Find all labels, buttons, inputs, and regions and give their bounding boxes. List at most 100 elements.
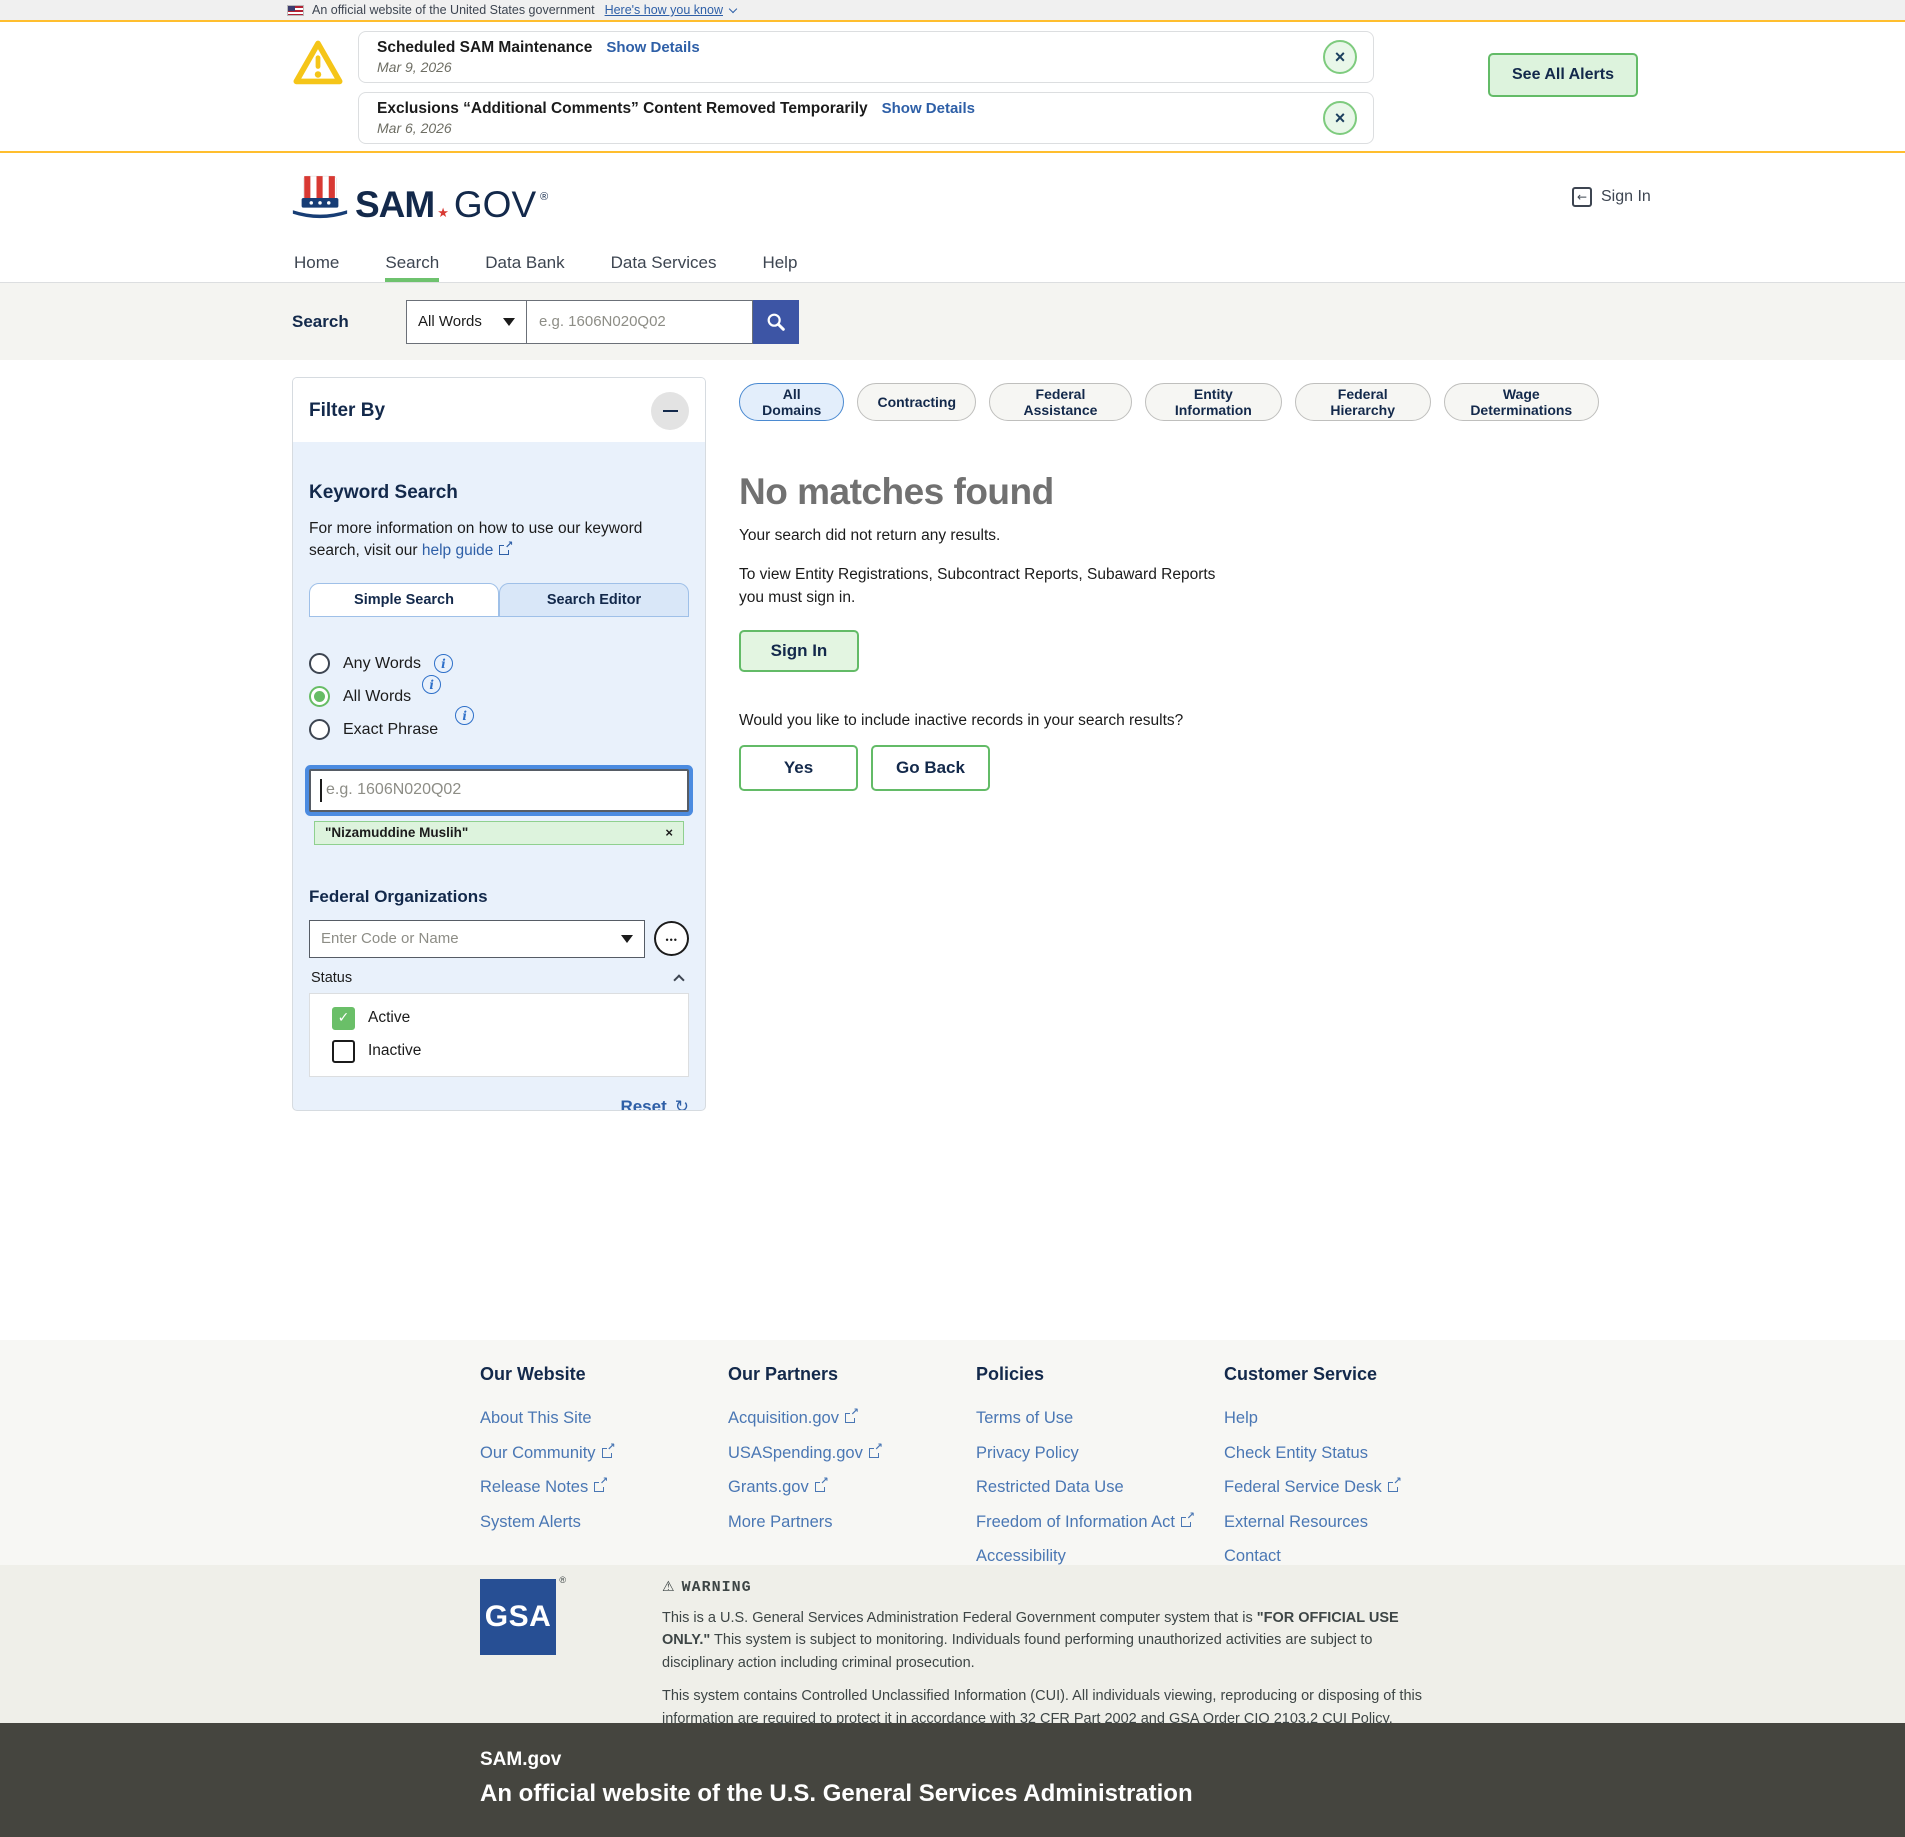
nav-home[interactable]: Home [294,243,339,282]
domain-tab-all-domains[interactable]: All Domains [739,383,844,421]
alert-title: Exclusions “Additional Comments” Content… [377,100,868,118]
footer-link-usaspending-gov[interactable]: USASpending.gov [728,1444,976,1463]
nav-help[interactable]: Help [762,243,797,282]
footer-link-restricted-data-use[interactable]: Restricted Data Use [976,1478,1224,1497]
warning-title: WARNING [682,1579,752,1596]
gsa-registered-mark: ® [559,1575,566,1585]
nav-search[interactable]: Search [385,243,439,282]
logo-registered-mark: ® [540,191,548,203]
tab-search-editor[interactable]: Search Editor [499,583,689,617]
footer-link-about-this-site[interactable]: About This Site [480,1409,728,1428]
reset-filters-link[interactable]: Reset [620,1097,689,1111]
domain-tab-federal-hierarchy[interactable]: Federal Hierarchy [1295,383,1431,421]
nav-data-bank[interactable]: Data Bank [485,243,564,282]
info-icon[interactable] [422,675,441,694]
keyword-tabs: Simple Search Search Editor [309,583,689,617]
warning-triangle-icon [292,39,344,151]
footer-link-more-partners[interactable]: More Partners [728,1513,976,1532]
yes-button[interactable]: Yes [739,745,858,791]
ellipsis-icon [665,931,677,946]
sign-in-button[interactable]: Sign In [739,630,859,672]
gov-banner-text: An official website of the United States… [312,3,595,17]
footer-link-help[interactable]: Help [1224,1409,1472,1428]
keyword-input[interactable] [309,769,689,812]
collapse-filters-button[interactable] [651,392,689,430]
org-input[interactable] [321,930,621,947]
org-combobox[interactable] [309,920,645,958]
footer-link-accessibility[interactable]: Accessibility [976,1547,1224,1566]
footer-link-terms-of-use[interactable]: Terms of Use [976,1409,1224,1428]
warning-icon [662,1579,675,1596]
caret-down-icon [621,935,633,943]
sam-gov-logo[interactable]: SAM GOV ® [292,175,548,221]
cui-paragraph: This system contains Controlled Unclassi… [662,1685,1447,1730]
remove-tag-icon[interactable] [665,825,673,840]
domain-tab-federal-assistance[interactable]: Federal Assistance [989,383,1132,421]
footer-link-check-entity-status[interactable]: Check Entity Status [1224,1444,1472,1463]
keyword-search-heading: Keyword Search [309,482,689,504]
go-back-button[interactable]: Go Back [871,745,990,791]
nav-data-services[interactable]: Data Services [611,243,717,282]
footer-link-release-notes[interactable]: Release Notes [480,1478,728,1497]
footer-link-federal-service-desk[interactable]: Federal Service Desk [1224,1478,1472,1497]
search-button[interactable] [753,300,799,344]
search-mode-select[interactable]: All Words [406,300,527,344]
checkbox-checked-icon [332,1007,355,1030]
info-icon[interactable] [455,706,474,725]
external-link-icon [602,1448,612,1458]
tab-simple-search[interactable]: Simple Search [309,583,499,617]
checkbox-active[interactable]: Active [332,1007,688,1030]
see-all-alerts-button[interactable]: See All Alerts [1488,53,1638,97]
footer-link-system-alerts[interactable]: System Alerts [480,1513,728,1532]
radio-all-words[interactable]: All Words [309,686,689,708]
footer-link-our-community[interactable]: Our Community [480,1444,728,1463]
star-icon [437,206,449,219]
domain-tabs: All Domains Contracting Federal Assistan… [739,383,1599,421]
minus-icon [663,410,678,413]
info-icon[interactable] [434,654,453,673]
more-options-button[interactable] [654,921,689,956]
radio-any-words[interactable]: Any Words [309,653,689,675]
domain-tab-entity-information[interactable]: Entity Information [1145,383,1282,421]
search-input[interactable] [527,300,753,344]
footer: Our Website About This Site Our Communit… [0,1340,1905,1565]
footer-site-name: SAM.gov [480,1749,1905,1771]
search-label: Search [292,312,406,332]
main-nav: Home Search Data Bank Data Services Help [0,243,1905,283]
footer-heading: Our Website [480,1364,728,1385]
sign-in-note: To view Entity Registrations, Subcontrac… [739,563,1244,610]
show-details-link[interactable]: Show Details [606,39,699,56]
footer-link-grants-gov[interactable]: Grants.gov [728,1478,976,1497]
domain-tab-contracting[interactable]: Contracting [857,383,976,421]
alerts-section: Scheduled SAM Maintenance Show Details M… [0,22,1905,153]
chevron-up-icon[interactable] [673,974,684,985]
chevron-down-icon [729,4,737,12]
close-alert-button[interactable] [1323,101,1357,135]
close-alert-button[interactable] [1323,40,1357,74]
radio-exact-phrase[interactable]: Exact Phrase [309,719,689,741]
alert-list: Scheduled SAM Maintenance Show Details M… [358,31,1374,151]
footer-link-acquisition-gov[interactable]: Acquisition.gov [728,1409,976,1428]
radio-icon [309,653,330,674]
text-cursor [320,779,322,802]
footer-link-privacy-policy[interactable]: Privacy Policy [976,1444,1224,1463]
content-area: Filter By Keyword Search For more inform… [0,360,1905,1340]
checkbox-icon [332,1040,355,1063]
footer-link-contact[interactable]: Contact [1224,1547,1472,1566]
how-you-know-link[interactable]: Here's how you know [605,3,723,17]
checkbox-inactive[interactable]: Inactive [332,1040,688,1063]
sign-in-icon [1572,187,1592,207]
header-sign-in-link[interactable]: Sign In [1572,187,1651,207]
show-details-link[interactable]: Show Details [882,100,975,117]
footer-column-our-website: Our Website About This Site Our Communit… [480,1364,728,1565]
footer-link-foia[interactable]: Freedom of Information Act [976,1513,1224,1532]
alert-date: Mar 6, 2026 [377,120,1303,136]
footer-link-external-resources[interactable]: External Resources [1224,1513,1472,1532]
keyword-info-text: For more information on how to use our k… [309,518,689,563]
search-results: All Domains Contracting Federal Assistan… [739,377,1599,1340]
no-results-message: Your search did not return any results. [739,527,1599,545]
help-guide-link[interactable]: help guide [422,542,510,559]
domain-tab-wage-determinations[interactable]: Wage Determinations [1444,383,1599,421]
external-link-icon [1181,1517,1191,1527]
footer-tagline: An official website of the U.S. General … [480,1780,1905,1808]
